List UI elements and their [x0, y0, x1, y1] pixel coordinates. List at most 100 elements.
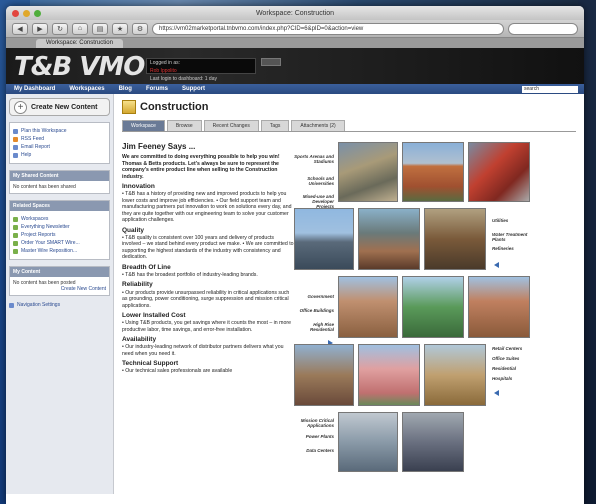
gallery-label[interactable]: Data Centers: [294, 448, 334, 453]
site-search-input[interactable]: search: [522, 85, 578, 93]
sidebar-link[interactable]: RSS Feed: [13, 136, 106, 142]
create-content-button[interactable]: + Create New Content: [9, 98, 110, 116]
forward-icon[interactable]: ▶: [32, 22, 48, 35]
gallery-label[interactable]: Mixed-use and Developer Projects: [294, 194, 334, 209]
related-link[interactable]: Order Your SMART Wire...: [13, 240, 106, 246]
gallery-label[interactable]: Government: [294, 294, 334, 299]
gallery-label[interactable]: Refineries: [492, 246, 532, 251]
bookmark-icon[interactable]: ★: [112, 22, 128, 35]
nav-item-support[interactable]: Support: [182, 86, 205, 92]
section-title: Reliability: [122, 281, 153, 289]
browser-tab[interactable]: Workspace: Construction: [36, 39, 123, 48]
related-link[interactable]: Project Reports: [13, 232, 106, 238]
nav-item-dashboard[interactable]: My Dashboard: [14, 86, 55, 92]
space-icon: [13, 232, 18, 238]
settings-icon[interactable]: ⚙: [132, 22, 148, 35]
gallery-label[interactable]: Water Treatment Plants: [492, 232, 532, 242]
retail-center-photo[interactable]: [294, 344, 354, 406]
mission-critical-photo[interactable]: [338, 412, 398, 472]
section-text: • T&B has a history of providing new and…: [122, 191, 292, 224]
tab-tags[interactable]: Tags: [260, 120, 290, 131]
browser-toolbar: ◀ ▶ ↻ ⌂ ▤ ★ ⚙ https://vm02marketportal.t…: [6, 20, 584, 38]
site-banner: T&B VMO Logged in as: Rob Ippolito Last …: [6, 48, 584, 84]
sidebar-link-label: RSS Feed: [21, 136, 45, 142]
nav-item-blog[interactable]: Blog: [119, 86, 132, 92]
office-building-photo[interactable]: [402, 276, 464, 338]
tab-recent-changes[interactable]: Recent Changes: [203, 120, 259, 131]
industry-gallery: Sports Arenas and Stadiums Schools and U…: [294, 142, 576, 482]
login-label: Logged in as:: [150, 60, 181, 66]
folder-icon: [122, 100, 136, 114]
title-bar: Workspace: Construction: [6, 6, 584, 20]
refinery-photo[interactable]: [424, 208, 486, 270]
sidebar-link[interactable]: Help: [13, 152, 106, 158]
related-link[interactable]: Master Wire Reposition...: [13, 248, 106, 254]
section-text: • T&B quality is consistent over 100 yea…: [122, 234, 294, 261]
gallery-label[interactable]: Mission Critical Applications: [294, 418, 334, 428]
section-text: • Using T&B products, you get savings wh…: [122, 320, 291, 333]
workspace-body: Jim Feeney Says ... We are committed to …: [122, 142, 576, 482]
gallery-label[interactable]: Utilities: [492, 218, 532, 223]
section-title: Innovation: [122, 183, 155, 190]
help-icon: [13, 152, 18, 158]
nav-item-forums[interactable]: Forums: [146, 86, 168, 92]
office-suite-photo[interactable]: [358, 344, 420, 406]
government-photo[interactable]: [338, 276, 398, 338]
create-content-label: Create New Content: [31, 103, 98, 111]
back-icon[interactable]: ◀: [12, 22, 28, 35]
page-content: + Create New Content Plan this Workspace…: [6, 94, 584, 494]
related-link-label: Project Reports: [21, 232, 56, 238]
space-icon: [13, 248, 18, 254]
gallery-label[interactable]: Office Suites: [492, 356, 532, 361]
print-icon[interactable]: ▤: [92, 22, 108, 35]
tab-bar: Workspace: Construction: [6, 38, 584, 48]
sidebar-link[interactable]: Plan this Workspace: [13, 128, 106, 134]
site-logo[interactable]: T&B VMO: [14, 52, 145, 82]
sidebar-link-label: Help: [21, 152, 32, 158]
utility-photo[interactable]: [294, 208, 354, 270]
arrow-left-icon[interactable]: [494, 262, 499, 268]
gallery-label[interactable]: High Rise Residential: [294, 322, 334, 332]
residential-photo[interactable]: [424, 344, 486, 406]
page-icon: [13, 128, 18, 134]
sidebar-links-box: Plan this Workspace RSS Feed Email Repor…: [9, 122, 110, 164]
browser-search-field[interactable]: [508, 22, 578, 35]
logout-button[interactable]: [261, 58, 281, 66]
tab-workspace[interactable]: Workspace: [122, 120, 165, 131]
water-treatment-photo[interactable]: [358, 208, 420, 270]
reload-icon[interactable]: ↻: [52, 22, 68, 35]
tab-browse[interactable]: Browse: [166, 120, 202, 131]
navigation-settings-link[interactable]: Navigation Settings: [9, 302, 110, 308]
article: Jim Feeney Says ... We are committed to …: [122, 142, 294, 482]
page-header: Construction: [122, 100, 576, 114]
related-link[interactable]: Workspaces: [13, 216, 106, 222]
home-icon[interactable]: ⌂: [72, 22, 88, 35]
gallery-label[interactable]: Power Plants: [294, 434, 334, 439]
tab-attachments[interactable]: Attachments (2): [291, 120, 345, 131]
high-rise-photo[interactable]: [468, 276, 530, 338]
login-user[interactable]: Rob Ippolito: [147, 67, 255, 75]
sidebar-link[interactable]: Email Report: [13, 144, 106, 150]
related-link[interactable]: Everything Newsletter: [13, 224, 106, 230]
nav-item-workspaces[interactable]: Workspaces: [69, 86, 104, 92]
address-bar[interactable]: https://vm02marketportal.tnbvmo.com/inde…: [152, 22, 504, 35]
sidebar-link-label: Plan this Workspace: [21, 128, 67, 134]
mixed-use-photo[interactable]: [468, 142, 530, 202]
section-title: Quality: [122, 226, 145, 234]
section-title: Breadth Of Line: [122, 263, 171, 271]
arrow-left-icon[interactable]: [494, 390, 499, 396]
create-content-link[interactable]: Create New Content: [13, 286, 106, 292]
gallery-label[interactable]: Sports Arenas and Stadiums: [294, 154, 334, 164]
gallery-label[interactable]: Hospitals: [492, 376, 532, 381]
plus-icon: +: [14, 100, 27, 114]
school-photo[interactable]: [402, 142, 464, 202]
stadium-photo[interactable]: [338, 142, 398, 202]
section-title: Availability: [122, 336, 157, 344]
gallery-label[interactable]: Schools and Universities: [294, 176, 334, 186]
data-center-photo[interactable]: [402, 412, 464, 472]
related-spaces-box: Related Spaces Workspaces Everything New…: [9, 200, 110, 260]
gallery-label[interactable]: Office Buildings: [294, 308, 334, 313]
sidebar: + Create New Content Plan this Workspace…: [6, 94, 114, 494]
gallery-label[interactable]: Residential: [492, 366, 532, 371]
gallery-label[interactable]: Retail Centers: [492, 346, 532, 351]
